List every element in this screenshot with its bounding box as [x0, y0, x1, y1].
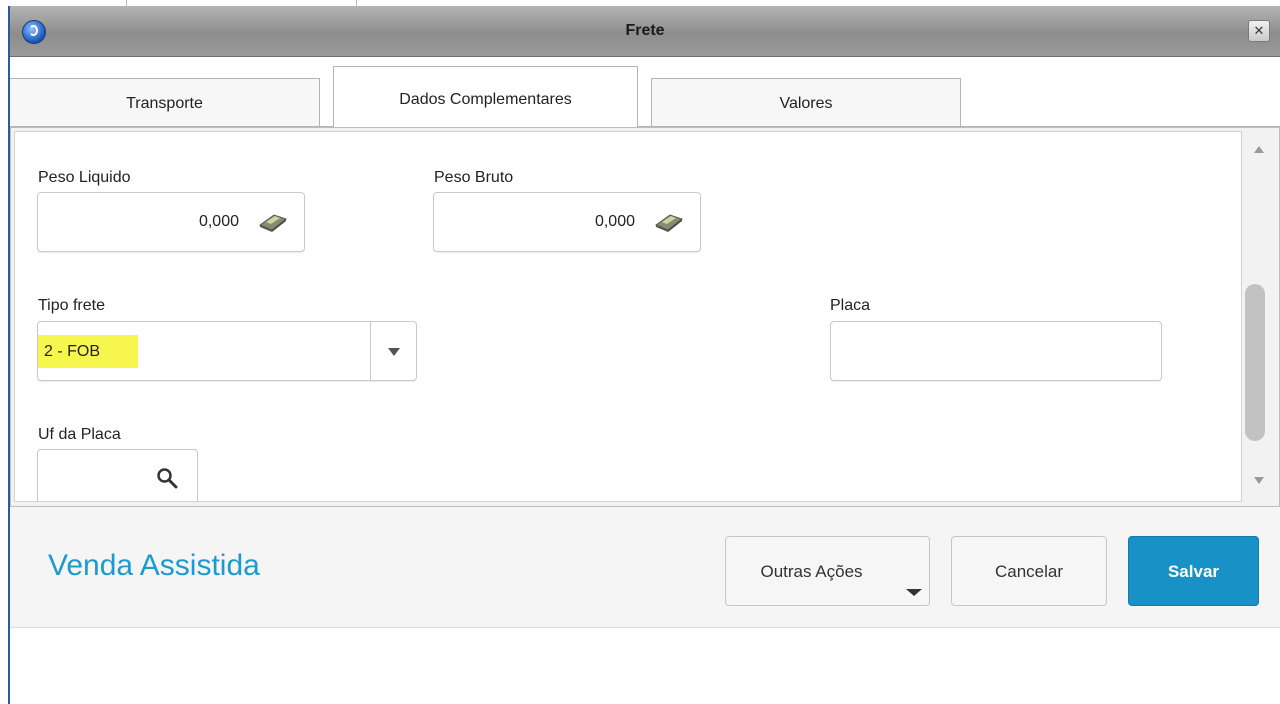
peso-liquido-value: 0,000 [198, 213, 239, 230]
footer-brand-title: Venda Assistida [48, 549, 260, 582]
tab-bar: Transporte Dados Complementares Valores [10, 57, 1280, 127]
tipo-frete-label: Tipo frete [38, 297, 105, 314]
peso-bruto-input[interactable]: 0,000 [433, 192, 701, 252]
tab-label: Dados Complementares [399, 91, 572, 108]
vertical-scrollbar[interactable] [1243, 132, 1275, 502]
tipo-frete-select[interactable]: 2 - FOB [37, 321, 417, 381]
peso-bruto-value: 0,000 [594, 213, 635, 230]
placa-input[interactable] [830, 321, 1162, 381]
tab-label: Valores [779, 95, 833, 112]
form-scroll-area[interactable]: Peso Liquido 0,000 Peso Bruto 0,000 Tipo… [14, 131, 1242, 502]
outras-acoes-label: Outras Ações [760, 562, 863, 581]
close-icon: ✕ [1253, 23, 1265, 38]
dialog-titlebar[interactable]: Frete ✕ [10, 6, 1280, 57]
tab-valores[interactable]: Valores [651, 78, 961, 127]
close-button[interactable]: ✕ [1248, 20, 1270, 42]
save-button[interactable]: Salvar [1128, 536, 1259, 606]
dialog-footer: Venda Assistida Outras Ações Cancelar Sa… [10, 507, 1280, 628]
peso-bruto-label: Peso Bruto [434, 169, 514, 186]
tab-dados-complementares[interactable]: Dados Complementares [333, 66, 638, 127]
uf-placa-input[interactable] [37, 449, 198, 501]
placa-label: Placa [830, 297, 871, 314]
cancel-button[interactable]: Cancelar [951, 536, 1107, 606]
calculator-icon[interactable] [654, 211, 684, 233]
calculator-icon[interactable] [258, 211, 288, 233]
save-label: Salvar [1167, 562, 1220, 581]
uf-placa-label: Uf da Placa [38, 426, 121, 443]
tab-content-panel: Peso Liquido 0,000 Peso Bruto 0,000 Tipo… [10, 127, 1280, 507]
tab-label: Transporte [126, 95, 203, 112]
scrollbar-thumb[interactable] [1245, 284, 1265, 441]
tab-transporte[interactable]: Transporte [10, 78, 320, 127]
cancel-label: Cancelar [994, 562, 1064, 581]
search-icon[interactable] [156, 467, 178, 489]
outras-acoes-button[interactable]: Outras Ações [725, 536, 930, 606]
select-divider [370, 322, 371, 380]
dialog-title: Frete [625, 22, 665, 39]
scroll-down-icon[interactable] [1254, 477, 1264, 484]
chevron-down-icon[interactable] [388, 348, 400, 356]
peso-liquido-input[interactable]: 0,000 [37, 192, 305, 252]
peso-liquido-label: Peso Liquido [38, 169, 131, 186]
chevron-down-icon [906, 589, 922, 596]
tipo-frete-value: 2 - FOB [44, 343, 101, 360]
scroll-up-icon[interactable] [1254, 146, 1264, 153]
